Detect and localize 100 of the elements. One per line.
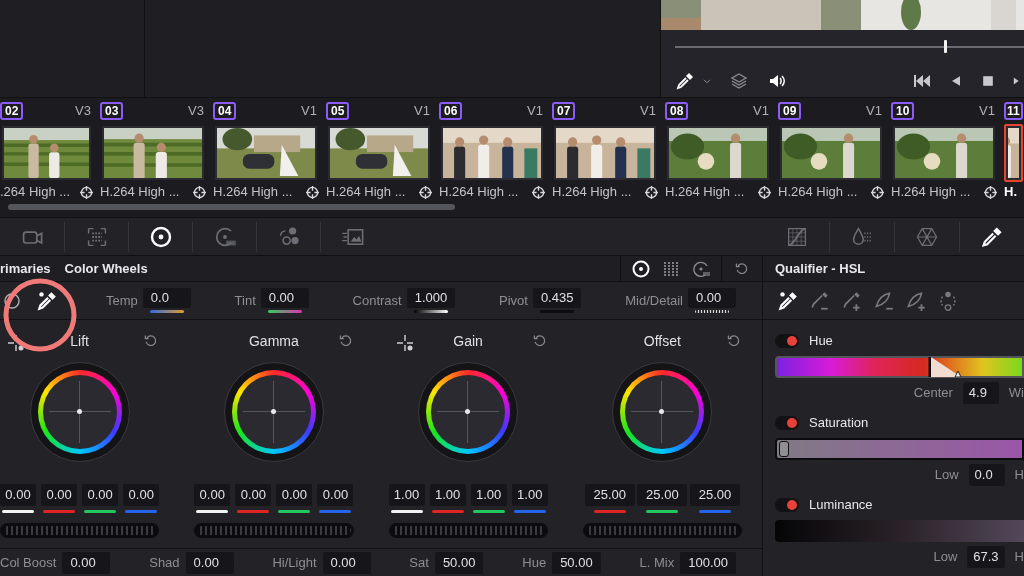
- clip-number[interactable]: 02: [0, 102, 24, 120]
- eyedropper-plus-icon: [841, 289, 863, 312]
- value-field[interactable]: 0.00: [260, 288, 309, 308]
- invert-icon: [937, 289, 959, 312]
- value-field[interactable]: 0.00: [123, 484, 160, 506]
- value-field[interactable]: 1.000: [406, 288, 456, 308]
- crosshair-circle-icon[interactable]: [419, 185, 432, 199]
- value-field[interactable]: 0.00: [322, 551, 371, 574]
- toggle-switch[interactable]: [775, 334, 799, 348]
- value-field[interactable]: 0.00: [62, 551, 111, 574]
- crosshair-circle-icon[interactable]: [645, 185, 658, 199]
- value-field[interactable]: 50.00: [552, 551, 601, 574]
- field-label: H: [1014, 466, 1024, 485]
- clip-codec: H.264 High ...: [778, 183, 858, 202]
- crosshair-circle-icon[interactable]: [871, 185, 884, 199]
- field-label: Contrast: [352, 291, 402, 310]
- crosshair-icon[interactable]: [6, 333, 26, 353]
- value-field[interactable]: 1.00: [511, 484, 548, 506]
- value-field[interactable]: 25.00: [690, 484, 740, 506]
- track-label: V1: [527, 102, 544, 121]
- clip-thumbnail[interactable]: [1004, 124, 1023, 182]
- crosshair-circle-icon[interactable]: [758, 185, 771, 199]
- value-field[interactable]: 0.00: [185, 551, 234, 574]
- value-field[interactable]: 100.00: [680, 551, 736, 574]
- value-field[interactable]: 0.00: [0, 484, 36, 506]
- value-field[interactable]: 0.0: [968, 464, 1005, 486]
- value-field[interactable]: 1.00: [429, 484, 466, 506]
- value-field[interactable]: 0.00: [688, 288, 736, 308]
- reset-icon[interactable]: [734, 260, 750, 277]
- value-field[interactable]: 0.00: [235, 484, 272, 506]
- range-handle[interactable]: [779, 441, 789, 457]
- layers-icon[interactable]: [729, 70, 749, 91]
- value-field[interactable]: 0.00: [82, 484, 119, 506]
- qualifier-picker-plus-button[interactable]: [841, 289, 863, 312]
- clip-number[interactable]: 04: [213, 102, 237, 120]
- qualifier-invert-button[interactable]: [937, 289, 959, 312]
- clip-codec: H.264 High ...: [891, 183, 971, 202]
- wheel-label: Lift: [70, 331, 89, 351]
- field-label: Center: [913, 384, 953, 403]
- clip-number[interactable]: 05: [326, 102, 350, 120]
- wheel-label: Gamma: [248, 331, 299, 351]
- eyedropper-icon[interactable]: [36, 289, 58, 312]
- value-field[interactable]: 4.9: [962, 382, 999, 404]
- clip-number[interactable]: 08: [665, 102, 689, 120]
- track-label: V1: [753, 102, 770, 121]
- clip-number[interactable]: 03: [100, 102, 124, 120]
- track-label: V3: [75, 102, 92, 121]
- wheel-label: Gain: [453, 331, 483, 351]
- qualifier-picker-minus-button[interactable]: [809, 289, 831, 312]
- clip-number[interactable]: 10: [891, 102, 915, 120]
- clip-number[interactable]: 07: [552, 102, 576, 120]
- field-label: H: [1014, 548, 1024, 567]
- scrollbar[interactable]: [8, 204, 455, 210]
- toggle-switch[interactable]: [775, 416, 799, 430]
- crosshair-circle-icon[interactable]: [306, 185, 319, 199]
- eyedropper-icon[interactable]: [675, 70, 695, 91]
- value-field[interactable]: 1.00: [470, 484, 507, 506]
- clip-codec: .264 High ...: [0, 183, 71, 202]
- value-field[interactable]: 25.00: [637, 484, 688, 506]
- value-field[interactable]: 0.00: [276, 484, 313, 506]
- value-field[interactable]: 0.00: [317, 484, 354, 506]
- field-label: Pivot: [499, 291, 528, 310]
- clip-codec: H.264 High ...: [665, 183, 745, 202]
- clip-number[interactable]: 09: [778, 102, 802, 120]
- reset-icon[interactable]: [337, 333, 354, 349]
- field-label: Low: [934, 466, 959, 485]
- track-label: V3: [188, 102, 205, 121]
- crosshair-icon[interactable]: [394, 333, 415, 353]
- value-field[interactable]: 25.00: [584, 484, 635, 506]
- toggle-switch[interactable]: [775, 498, 799, 512]
- value-field[interactable]: 0.00: [41, 484, 78, 506]
- reset-icon[interactable]: [531, 333, 548, 349]
- value-field[interactable]: 0.00: [194, 484, 231, 506]
- track-label: V1: [301, 102, 318, 121]
- crosshair-circle-icon[interactable]: [984, 185, 997, 199]
- clip-number[interactable]: 06: [439, 102, 463, 120]
- field-label: Temp: [106, 291, 138, 310]
- channel-label: Saturation: [809, 414, 869, 433]
- mode-wheels-button[interactable]: [631, 258, 651, 279]
- sat-range-bar[interactable]: [775, 438, 1024, 460]
- crosshair-circle-icon[interactable]: [532, 185, 545, 199]
- field-label: Hue: [522, 553, 547, 572]
- qualifier-picker-button[interactable]: [777, 289, 799, 312]
- value-field[interactable]: 0.0: [142, 288, 191, 308]
- field-label: Shad: [149, 553, 180, 572]
- clip-codec: H.: [1004, 183, 1017, 202]
- crosshair-circle-icon[interactable]: [193, 185, 206, 199]
- playhead[interactable]: [943, 40, 947, 53]
- value-field[interactable]: 0.435: [532, 288, 582, 308]
- reset-icon[interactable]: [726, 333, 742, 349]
- value-field[interactable]: 1.00: [388, 484, 425, 506]
- track-label: V1: [979, 102, 996, 121]
- clip-number[interactable]: 11: [1004, 102, 1023, 120]
- track-label: V1: [640, 102, 657, 121]
- wheel-label: Offset: [643, 331, 681, 351]
- hue-range-bar[interactable]: [775, 356, 1024, 378]
- color-wheels-icon: [148, 224, 173, 249]
- crosshair-circle-icon[interactable]: [80, 185, 93, 199]
- value-field[interactable]: 67.3: [967, 546, 1005, 568]
- value-field[interactable]: 50.00: [434, 551, 484, 574]
